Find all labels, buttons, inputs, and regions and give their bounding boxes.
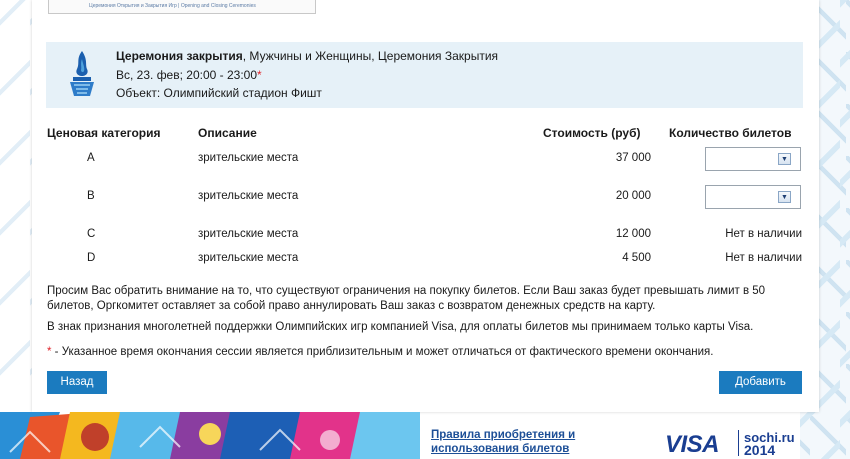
back-button[interactable]: Назад [47,371,107,394]
banner-caption: Церемония Открытия и Закрытия Игр | Open… [89,3,256,9]
header-category: Ценовая категория [47,126,161,140]
chevron-down-icon[interactable]: ▼ [778,191,791,203]
ticket-panel: Церемония Открытия и Закрытия Игр | Open… [32,0,819,412]
row-category: D [87,252,96,264]
olympic-pattern-art [0,412,420,459]
ceremony-banner: Церемония Открытия и Закрытия Игр | Open… [48,0,316,14]
limit-notice: Просим Вас обратить внимание на то, что … [47,285,766,312]
header-description: Описание [198,126,257,140]
row-category: B [87,190,95,202]
not-available-label: Нет в наличии [725,228,802,240]
row-description: зрительские места [198,252,299,264]
event-date: Вс, 23. фев; 20:00 - 23:00* [116,68,262,82]
event-title: Церемония закрытия, Мужчины и Женщины, Ц… [116,49,499,63]
ticket-rules-link[interactable]: Правила приобретения и использования бил… [431,428,575,456]
row-description: зрительские места [198,228,299,240]
event-venue: Объект: Олимпийский стадион Фишт [116,86,322,100]
chevron-down-icon[interactable]: ▼ [778,153,791,165]
not-available-label: Нет в наличии [725,252,802,264]
rules-link-line1[interactable]: Правила приобретения и [431,428,575,442]
row-description: зрительские места [198,152,299,164]
row-price: 37 000 [615,152,651,164]
rules-link-line2[interactable]: использования билетов [431,442,575,456]
header-price: Стоимость (руб) [543,126,641,140]
olympic-flame-icon [70,51,94,96]
row-category: C [87,228,96,240]
row-category: A [87,152,95,164]
quantity-select-a[interactable]: ▼ [705,147,801,171]
visa-logo: VISA [665,431,720,458]
row-price: 20 000 [615,190,651,202]
row-price: 4 500 [622,252,651,264]
logo-divider [738,430,739,456]
sochi-2014-logo: sochi.ru 2014 [744,430,795,458]
add-button[interactable]: Добавить [719,371,802,394]
row-description: зрительские места [198,190,299,202]
visa-notice: В знак признания многолетней поддержки О… [47,321,754,333]
event-info: Церемония закрытия, Мужчины и Женщины, Ц… [46,42,803,108]
header-quantity: Количество билетов [669,126,792,140]
time-notice: * - Указанное время окончания сессии явл… [47,346,714,358]
row-price: 12 000 [615,228,651,240]
quantity-select-b[interactable]: ▼ [705,185,801,209]
